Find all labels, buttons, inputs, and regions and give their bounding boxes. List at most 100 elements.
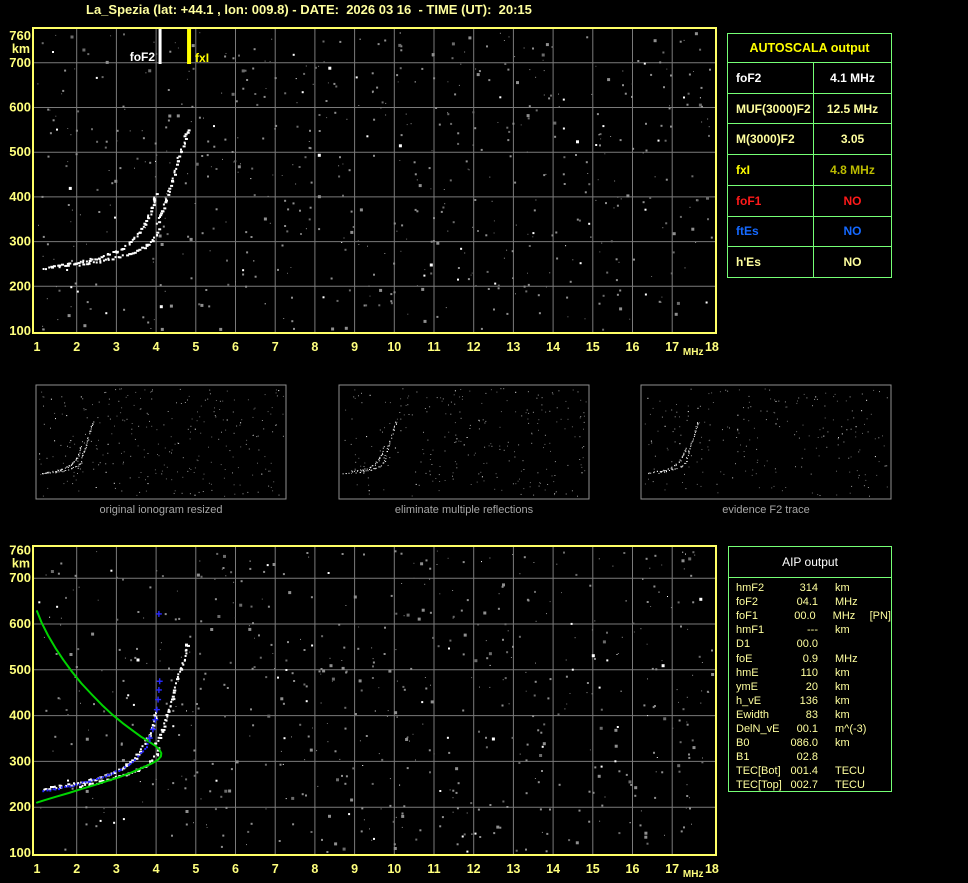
aip-row-yme: ymE 20 km bbox=[736, 680, 891, 694]
svg-text:700: 700 bbox=[9, 570, 31, 585]
autoscala-row-label: M(3000)F2 bbox=[728, 124, 814, 155]
autoscala-row-fof1: foF1 NO bbox=[728, 185, 891, 217]
electron-density-profile bbox=[36, 610, 163, 804]
aip-row-label: Ewidth bbox=[736, 708, 770, 721]
svg-text:10: 10 bbox=[387, 862, 401, 876]
aip-row-unit: km bbox=[835, 694, 850, 707]
aip-row-hmf2: hmF2 314 km bbox=[736, 581, 891, 595]
autoscala-window: La_Spezia (lat: +44.1 , lon: 009.8) - DA… bbox=[0, 0, 968, 883]
svg-text:8: 8 bbox=[311, 340, 318, 354]
svg-text:6: 6 bbox=[232, 862, 239, 876]
thumbnail-original-border bbox=[35, 384, 287, 500]
autoscala-table-header: AUTOSCALA output bbox=[728, 34, 891, 63]
svg-text:2: 2 bbox=[73, 862, 80, 876]
autoscala-table: AUTOSCALA output foF2 4.1 MHz MUF(3000)F2 1… bbox=[727, 33, 892, 278]
svg-text:3: 3 bbox=[113, 862, 120, 876]
svg-text:100: 100 bbox=[9, 845, 31, 860]
thumbnail-caption-evidence: evidence F2 trace bbox=[722, 504, 810, 516]
svg-text:600: 600 bbox=[9, 616, 31, 631]
aip-row-value: 20 bbox=[805, 680, 818, 693]
svg-text:km: km bbox=[12, 42, 30, 56]
aip-row-value: 002.7 bbox=[790, 779, 818, 792]
svg-text:18: 18 bbox=[705, 340, 719, 354]
aip-row-d1: D1 00.0 bbox=[736, 637, 891, 651]
aip-row-value: 0.9 bbox=[802, 652, 818, 665]
svg-text:500: 500 bbox=[9, 144, 31, 159]
svg-text:11: 11 bbox=[427, 862, 440, 876]
aip-row-value: 00.0 bbox=[796, 638, 818, 651]
autoscala-row-value: NO bbox=[843, 255, 862, 270]
aip-row-value: 086.0 bbox=[790, 737, 818, 750]
svg-text:4: 4 bbox=[153, 340, 160, 354]
autoscala-row-fof2: foF2 4.1 MHz bbox=[728, 63, 891, 94]
aip-row-unit: km bbox=[835, 708, 850, 721]
autoscala-row-label: ftEs bbox=[728, 216, 814, 247]
thumbnail-caption-original: original ionogram resized bbox=[99, 504, 223, 516]
aip-row-unit: MHz bbox=[835, 652, 858, 665]
aip-row-label: ymE bbox=[736, 680, 758, 693]
aip-row-label: B1 bbox=[736, 751, 750, 764]
aip-row-value: 314 bbox=[799, 582, 818, 595]
aip-row-value: 00.1 bbox=[796, 722, 818, 735]
aip-row-b0: B0 086.0 km bbox=[736, 736, 891, 750]
aip-row-value: 001.4 bbox=[790, 765, 818, 778]
autoscala-row-hes: h'Es NO bbox=[728, 247, 891, 278]
aip-row-unit: km bbox=[835, 624, 850, 637]
svg-text:11: 11 bbox=[427, 340, 440, 354]
svg-text:7: 7 bbox=[272, 340, 279, 354]
aip-row-delnve: DelN_vE 00.1 m^(-3) bbox=[736, 722, 891, 736]
svg-text:760: 760 bbox=[9, 543, 31, 558]
aip-row-value: 136 bbox=[799, 694, 818, 707]
aip-row-value: --- bbox=[807, 624, 818, 637]
svg-text:500: 500 bbox=[9, 662, 31, 677]
svg-text:16: 16 bbox=[626, 340, 640, 354]
aip-row-tecbot: TEC[Bot] 001.4 TECU bbox=[736, 764, 891, 778]
thumbnail-original bbox=[35, 384, 287, 500]
svg-text:6: 6 bbox=[232, 340, 239, 354]
autoscala-row-label: MUF(3000)F2 bbox=[728, 93, 814, 124]
autoscala-row-value: NO bbox=[843, 193, 862, 208]
aip-row-label: hmF1 bbox=[736, 624, 765, 637]
aip-row-fof2: foF2 04.1 MHz bbox=[736, 595, 891, 609]
thumbnail-evidence-border bbox=[640, 384, 892, 500]
aip-row-ewidth: Ewidth 83 km bbox=[736, 708, 891, 722]
autoscala-row-label: foF1 bbox=[728, 185, 814, 216]
svg-text:14: 14 bbox=[546, 340, 560, 354]
autoscala-row-muf3000f2: MUF(3000)F2 12.5 MHz bbox=[728, 93, 891, 125]
svg-text:13: 13 bbox=[506, 340, 520, 354]
aip-row-label: D1 bbox=[736, 638, 751, 651]
aip-row-unit: km bbox=[835, 680, 850, 693]
aip-row-hmf1: hmF1 --- km bbox=[736, 623, 891, 637]
thumbnail-eliminate bbox=[338, 384, 590, 500]
svg-text:fxI: fxI bbox=[195, 51, 209, 65]
autoscala-row-m3000f2: M(3000)F2 3.05 bbox=[728, 124, 891, 156]
aip-row-unit: km bbox=[835, 582, 850, 595]
svg-text:4: 4 bbox=[153, 862, 160, 876]
svg-text:400: 400 bbox=[9, 708, 31, 723]
aip-row-fof1: foF1 00.0 MHz [PN] bbox=[736, 609, 891, 623]
aip-row-hve: h_vE 136 km bbox=[736, 694, 891, 708]
thumbnail-caption-eliminate: eliminate multiple reflections bbox=[394, 504, 534, 516]
svg-text:8: 8 bbox=[311, 862, 318, 876]
aip-row-unit: km bbox=[835, 737, 850, 750]
bottom-ionogram-plot: 1 2 3 4 5 6 7 8 9 10 11 12 13 14 15 16 17 18MHz1002003004… bbox=[9, 543, 719, 880]
svg-text:12: 12 bbox=[467, 340, 481, 354]
svg-text:12: 12 bbox=[467, 862, 481, 876]
aip-row-label: foE bbox=[736, 652, 753, 665]
aip-row-extra: [PN] bbox=[869, 610, 891, 623]
svg-text:km: km bbox=[12, 557, 30, 571]
autoscala-row-value: 12.5 MHz bbox=[826, 101, 879, 116]
svg-text:3: 3 bbox=[113, 340, 120, 354]
top-ionogram-plot: foF2 fxI1 2 3 4 5 6 7 8 9 10 11 12 13 14 15 16 17 18MHz100… bbox=[9, 27, 719, 358]
aip-row-unit: TECU bbox=[835, 779, 865, 792]
aip-row-label: DelN_vE bbox=[736, 722, 780, 735]
autoscala-row-fxi: fxI 4.8 MHz bbox=[728, 155, 891, 186]
autoscala-row-value: 3.05 bbox=[840, 132, 865, 147]
svg-text:760: 760 bbox=[9, 28, 31, 43]
svg-text:13: 13 bbox=[506, 862, 520, 876]
svg-text:400: 400 bbox=[9, 189, 31, 204]
aip-row-hme: hmE 110 km bbox=[736, 666, 891, 680]
aip-row-unit: MHz bbox=[835, 596, 858, 609]
svg-text:5: 5 bbox=[192, 340, 199, 354]
bottom-ionogram-plot-border bbox=[32, 545, 717, 856]
